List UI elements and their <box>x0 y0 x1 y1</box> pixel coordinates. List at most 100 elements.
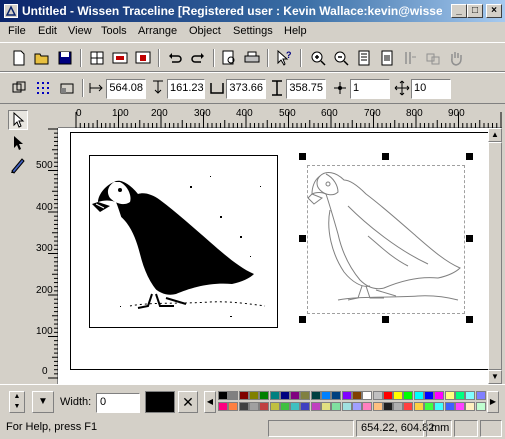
color-swatch[interactable] <box>269 402 280 411</box>
menu-view[interactable]: View <box>68 25 92 37</box>
color-swatch[interactable] <box>351 391 362 400</box>
color-swatch[interactable] <box>403 391 414 400</box>
color-swatch[interactable] <box>434 402 445 411</box>
scroll-thumb[interactable] <box>488 142 502 370</box>
y-position-field[interactable]: 161.23 <box>167 79 205 99</box>
color-swatch[interactable] <box>403 402 414 411</box>
no-color-icon[interactable]: ✕ <box>178 391 198 413</box>
menu-edit[interactable]: Edit <box>38 25 57 37</box>
trace-icon[interactable] <box>424 49 442 67</box>
color-swatch[interactable] <box>351 402 362 411</box>
color-swatch[interactable] <box>290 391 301 400</box>
open-folder-icon[interactable] <box>33 49 51 67</box>
menu-arrange[interactable]: Arrange <box>138 25 177 37</box>
zoom-out-icon[interactable] <box>332 49 350 67</box>
menu-settings[interactable]: Settings <box>233 25 273 37</box>
color-swatch[interactable] <box>454 402 465 411</box>
fit-page-icon[interactable] <box>355 49 373 67</box>
color-swatch[interactable] <box>248 402 259 411</box>
menu-object[interactable]: Object <box>189 25 221 37</box>
color-swatch[interactable] <box>362 402 373 411</box>
menu-help[interactable]: Help <box>284 25 307 37</box>
color-swatch[interactable] <box>341 391 352 400</box>
snap-object-icon[interactable] <box>58 79 76 97</box>
resize-handle[interactable] <box>382 153 389 160</box>
bitmap-image[interactable] <box>89 155 278 328</box>
layer-icon[interactable] <box>111 49 129 67</box>
color-swatch[interactable] <box>218 402 228 411</box>
color-swatch[interactable] <box>290 402 301 411</box>
color-swatch[interactable] <box>382 402 393 411</box>
bring-front-icon[interactable] <box>134 49 152 67</box>
freehand-tool-icon[interactable] <box>9 156 27 174</box>
resize-handle[interactable] <box>299 153 306 160</box>
node-edit-icon[interactable] <box>401 49 419 67</box>
color-swatch[interactable] <box>331 402 342 411</box>
color-swatch[interactable] <box>259 402 270 411</box>
resize-handle[interactable] <box>466 235 473 242</box>
line-style-dropdown-icon[interactable]: ▼ <box>32 391 54 413</box>
color-swatch[interactable] <box>475 391 486 400</box>
snap-grid-icon[interactable] <box>34 79 52 97</box>
color-swatch[interactable] <box>300 402 311 411</box>
color-swatch[interactable] <box>300 391 311 400</box>
move-step-field[interactable]: 10 <box>411 79 451 99</box>
scroll-down-icon[interactable]: ▼ <box>488 370 502 384</box>
color-swatch[interactable] <box>393 391 404 400</box>
color-swatch[interactable] <box>444 402 455 411</box>
color-swatch[interactable] <box>372 402 383 411</box>
resize-handle[interactable] <box>466 153 473 160</box>
color-swatch[interactable] <box>413 391 424 400</box>
color-swatch[interactable] <box>238 402 249 411</box>
selection-box[interactable] <box>307 165 465 314</box>
color-palette[interactable] <box>218 391 486 413</box>
select-tool-icon[interactable] <box>8 110 28 130</box>
color-swatch[interactable] <box>393 402 404 411</box>
height-field[interactable]: 358.75 <box>286 79 326 99</box>
palette-left-icon[interactable]: ◀ <box>204 391 216 413</box>
color-swatch[interactable] <box>341 402 352 411</box>
resize-handle[interactable] <box>466 316 473 323</box>
spin-updown-icon[interactable]: ▲ ▼ <box>9 391 25 413</box>
color-swatch[interactable] <box>218 391 228 400</box>
color-swatch[interactable] <box>372 391 383 400</box>
color-swatch[interactable] <box>279 391 290 400</box>
color-swatch[interactable] <box>279 402 290 411</box>
color-swatch[interactable] <box>413 402 424 411</box>
resize-handle[interactable] <box>299 316 306 323</box>
print-icon[interactable] <box>243 49 261 67</box>
color-swatch[interactable] <box>331 391 342 400</box>
drawing-canvas[interactable] <box>58 128 488 384</box>
page-width-icon[interactable] <box>378 49 396 67</box>
color-swatch[interactable] <box>475 402 486 411</box>
palette-right-icon[interactable]: ▶ <box>487 391 499 413</box>
width-field[interactable]: 373.66 <box>226 79 266 99</box>
color-swatch[interactable] <box>465 402 476 411</box>
resize-handle[interactable] <box>299 235 306 242</box>
wireframe-icon[interactable] <box>10 79 28 97</box>
outline-color-swatch[interactable] <box>145 391 175 413</box>
color-swatch[interactable] <box>362 391 373 400</box>
scroll-up-icon[interactable]: ▲ <box>488 128 502 142</box>
color-swatch[interactable] <box>321 402 331 411</box>
color-swatch[interactable] <box>259 391 270 400</box>
color-swatch[interactable] <box>434 391 445 400</box>
x-position-field[interactable]: 564.08 <box>106 79 146 99</box>
grid-icon[interactable] <box>88 49 106 67</box>
redo-icon[interactable] <box>189 49 207 67</box>
menu-file[interactable]: File <box>8 25 26 37</box>
color-swatch[interactable] <box>321 391 331 400</box>
new-file-icon[interactable] <box>10 49 28 67</box>
app-icon[interactable] <box>4 4 18 18</box>
context-help-icon[interactable]: ? <box>275 49 293 67</box>
color-swatch[interactable] <box>310 391 321 400</box>
close-button[interactable]: × <box>486 4 502 18</box>
color-swatch[interactable] <box>248 391 259 400</box>
undo-icon[interactable] <box>166 49 184 67</box>
save-icon[interactable] <box>56 49 74 67</box>
color-swatch[interactable] <box>454 391 465 400</box>
color-swatch[interactable] <box>465 391 476 400</box>
color-swatch[interactable] <box>228 391 239 400</box>
color-swatch[interactable] <box>310 402 321 411</box>
maximize-button[interactable]: □ <box>467 4 483 18</box>
